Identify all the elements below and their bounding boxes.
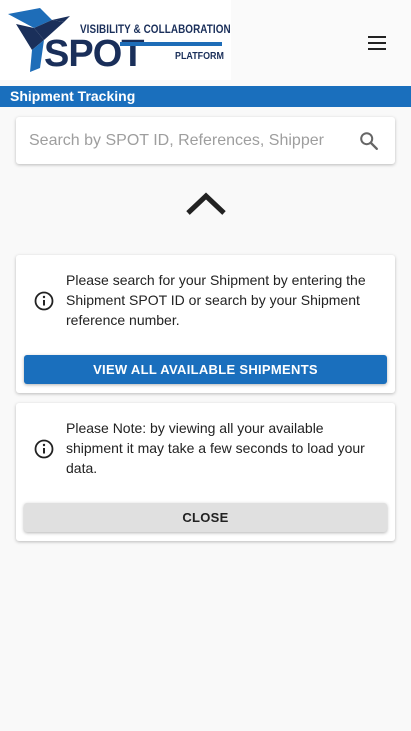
logo-wordmark: SPOT xyxy=(44,33,144,75)
info-icon xyxy=(34,439,54,459)
spot-logo[interactable]: SPOT VISIBILITY & COLLABORATION PLATFORM xyxy=(0,0,231,80)
search-icon[interactable] xyxy=(358,130,380,152)
search-box xyxy=(16,117,395,164)
logo-rule xyxy=(120,42,222,46)
section-title-bar: Shipment Tracking xyxy=(0,86,411,107)
logo-tagline-2: PLATFORM xyxy=(175,50,224,62)
chevron-up-icon[interactable] xyxy=(183,188,229,220)
view-all-shipments-button[interactable]: VIEW ALL AVAILABLE SHIPMENTS xyxy=(24,355,387,384)
instructions-text: Please search for your Shipment by enter… xyxy=(66,272,366,328)
app-header: SPOT VISIBILITY & COLLABORATION PLATFORM xyxy=(0,0,411,86)
search-input[interactable] xyxy=(27,127,351,155)
note-text: Please Note: by viewing all your availab… xyxy=(66,420,365,476)
close-button[interactable]: CLOSE xyxy=(24,503,387,532)
note-card: Please Note: by viewing all your availab… xyxy=(16,403,395,541)
info-icon xyxy=(34,291,54,311)
logo-tagline-1: VISIBILITY & COLLABORATION xyxy=(80,24,231,36)
hamburger-menu-icon[interactable] xyxy=(360,28,394,58)
search-instructions-card: Please search for your Shipment by enter… xyxy=(16,255,395,393)
section-title: Shipment Tracking xyxy=(10,88,136,104)
